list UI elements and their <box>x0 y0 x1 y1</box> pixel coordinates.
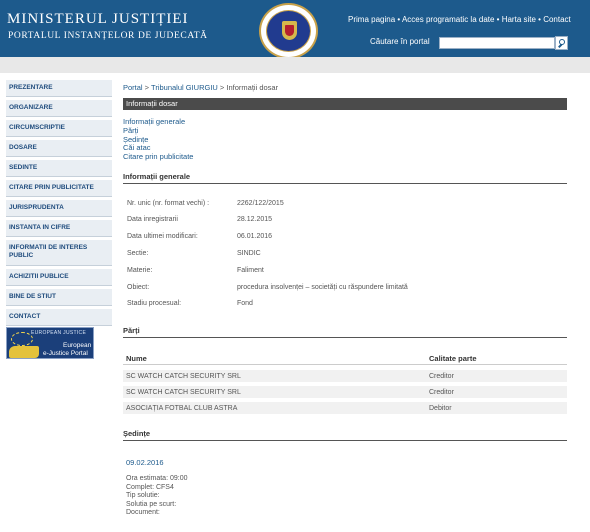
info-value: SINDIC <box>237 250 261 257</box>
hearing-details: Ora estimata: 09:00 Complet: CFS4 Tip solu… <box>126 475 187 518</box>
party-role: Debitor <box>429 405 452 412</box>
banner-line2: e-Justice Portal <box>43 350 88 357</box>
info-row: Stadiu procesual: Fond <box>123 300 567 314</box>
breadcrumb-item: Informații dosar <box>226 83 279 92</box>
toc-link[interactable]: Citare prin publicitate <box>123 152 193 162</box>
breadcrumb-item[interactable]: Tribunalul GIURGIU <box>151 83 218 92</box>
sidebar-nav: PREZENTARE ORGANIZARE CIRCUMSCRIPTIE DOSARE… <box>6 80 112 329</box>
search-input[interactable] <box>439 37 555 49</box>
hearing-detail: Tip solutie: <box>126 492 160 500</box>
breadcrumb-separator: > <box>142 83 152 92</box>
shield-inner-icon <box>285 25 294 36</box>
parti-table-header: Nume Calitate parte <box>123 351 567 365</box>
party-name: SC WATCH CATCH SECURITY SRL <box>126 373 241 380</box>
info-label: Sectie: <box>127 250 149 257</box>
hearing-detail: Solutia pe scurt: <box>126 500 177 508</box>
sidebar-item[interactable]: INSTANTA IN CIFRE <box>6 220 112 237</box>
info-value: 06.01.2016 <box>237 233 273 240</box>
breadcrumb-item[interactable]: Portal <box>123 83 143 92</box>
sidebar-item[interactable]: BINE DE STIUT <box>6 289 112 306</box>
site-subtitle: PORTALUL INSTANȚELOR DE JUDECATĂ <box>8 31 208 41</box>
hearing-detail: Ora estimata: 09:00 <box>126 475 188 482</box>
column-header-name: Nume <box>126 354 147 363</box>
sidebar-item[interactable]: CIRCUMSCRIPTIE <box>6 120 112 137</box>
party-role: Creditor <box>429 373 454 380</box>
info-row: Nr. unic (nr. format vechi) : 2262/122/20… <box>123 200 567 214</box>
info-label: Obiect: <box>127 284 150 291</box>
sidebar-item[interactable]: ACHIZITII PUBLICE <box>6 269 112 286</box>
info-label: Nr. unic (nr. format vechi) : <box>127 200 210 207</box>
party-name: SC WATCH CATCH SECURITY SRL <box>126 389 241 396</box>
table-row: SC WATCH CATCH SECURITY SRL Creditor <box>123 370 567 384</box>
logo-seal <box>266 10 311 52</box>
top-links: Prima pagina • Acces programatic la date… <box>348 15 571 24</box>
parti-heading: Părți <box>123 326 567 338</box>
general-heading: Informații generale <box>123 172 567 184</box>
info-value: 2262/122/2015 <box>237 200 284 207</box>
link-separator: • <box>395 15 402 24</box>
info-label: Stadiu procesual: <box>127 300 182 307</box>
party-role: Creditor <box>429 389 454 396</box>
sidebar-item[interactable]: CONTACT <box>6 309 112 326</box>
info-row: Sectie: SINDIC <box>123 250 567 264</box>
sidebar-item[interactable]: INFORMATII DE INTERES PUBLIC <box>6 240 112 266</box>
coat-of-arms-logo[interactable] <box>259 3 318 59</box>
sedinte-heading: Ședințe <box>123 429 567 441</box>
top-link[interactable]: Harta site <box>502 15 536 24</box>
sidebar-item[interactable]: CITARE PRIN PUBLICITATE <box>6 180 112 197</box>
sidebar-item[interactable]: PREZENTARE <box>6 80 112 97</box>
europe-map-icon <box>9 346 39 358</box>
site-title: MINISTERUL JUSTIȚIEI <box>7 11 189 27</box>
hearing-date-link[interactable]: 09.02.2016 <box>126 458 164 467</box>
table-of-contents: Informații generale Părți Ședințe Căi atac C… <box>123 117 193 162</box>
hearing-detail: Document: <box>126 509 160 517</box>
sidebar-item[interactable]: ORGANIZARE <box>6 100 112 117</box>
page-title: Informații dosar <box>123 98 567 110</box>
search-icon-handle <box>558 43 562 48</box>
banner-top-text: EUROPEAN JUSTICE <box>31 330 87 336</box>
info-label: Materie: <box>127 267 153 274</box>
table-row: SC WATCH CATCH SECURITY SRL Creditor <box>123 386 567 400</box>
info-row: Data ultimei modificari: 06.01.2016 <box>123 233 567 247</box>
column-header-role: Calitate parte <box>429 354 477 363</box>
top-link[interactable]: Contact <box>543 15 571 24</box>
top-link[interactable]: Prima pagina <box>348 15 395 24</box>
sidebar-item[interactable]: DOSARE <box>6 140 112 157</box>
banner-line1: European <box>63 342 92 349</box>
table-row: ASOCIAȚIA FOTBAL CLUB ASTRA Debitor <box>123 402 567 416</box>
search-button[interactable] <box>555 36 568 50</box>
sidebar-item[interactable]: SEDINTE <box>6 160 112 177</box>
party-name: ASOCIAȚIA FOTBAL CLUB ASTRA <box>126 405 238 412</box>
top-link[interactable]: Acces programatic la date <box>402 15 495 24</box>
info-value: procedura insolvenței – societăți cu răs… <box>237 284 408 291</box>
eu-stars-icon <box>11 332 33 346</box>
info-value: Faliment <box>237 267 264 274</box>
info-label: Data ultimei modificari: <box>127 233 198 240</box>
header-band <box>0 57 590 73</box>
info-row: Materie: Faliment <box>123 267 567 281</box>
info-row: Data inregistrarii 28.12.2015 <box>123 216 567 230</box>
breadcrumb: Portal > Tribunalul GIURGIU > Informații… <box>123 83 278 92</box>
info-row: Obiect: procedura insolvenței – societăți… <box>123 284 567 298</box>
hearing-detail: Complet: CFS4 <box>126 483 174 491</box>
link-separator: • <box>494 15 502 24</box>
info-label: Data inregistrarii <box>127 216 178 223</box>
e-justice-banner[interactable]: EUROPEAN JUSTICE European e-Justice Port… <box>6 327 94 359</box>
sidebar-item[interactable]: JURISPRUDENTA <box>6 200 112 217</box>
info-value: Fond <box>237 300 253 307</box>
site-header: MINISTERUL JUSTIȚIEI PORTALUL INSTANȚELO… <box>0 0 590 59</box>
search-label: Căutare în portal <box>370 37 430 46</box>
info-value: 28.12.2015 <box>237 216 273 223</box>
